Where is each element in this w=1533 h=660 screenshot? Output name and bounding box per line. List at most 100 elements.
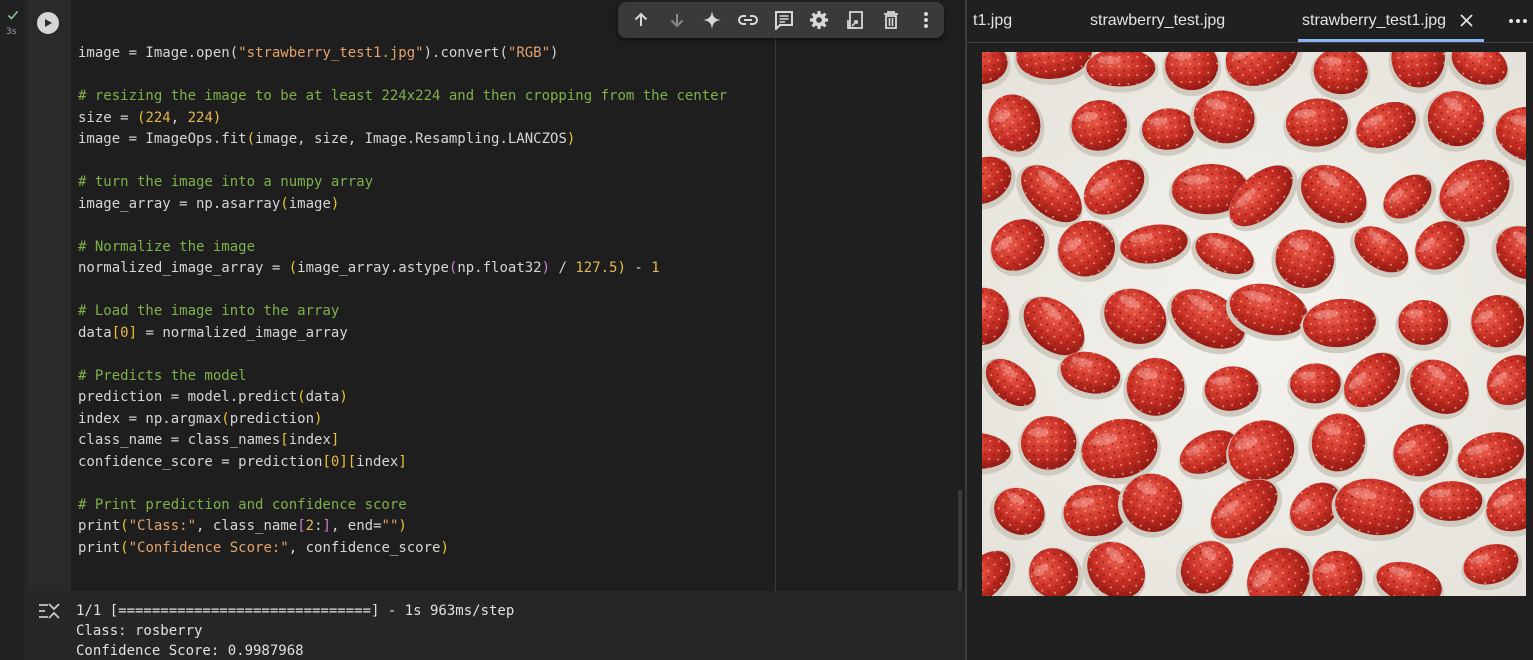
code-token: ): [339, 389, 348, 405]
ruler-line: [775, 36, 776, 591]
arrow-down-icon: [670, 14, 683, 28]
mirror-cell-button[interactable]: [837, 2, 873, 38]
tab-strawberry-test-jpg[interactable]: strawberry_test.jpg: [1090, 12, 1225, 30]
code-token: = normalized_image_array: [137, 324, 348, 341]
arrow-up-icon: [634, 12, 648, 26]
code-line: # Normalize the image: [78, 237, 727, 259]
code-token: "strawberry_test1.jpg": [238, 45, 424, 61]
code-line: # resizing the image to be at least 224x…: [78, 86, 727, 108]
code-line: # Predicts the model: [78, 366, 727, 388]
code-token: index: [288, 432, 331, 448]
code-token: "Confidence Score:": [128, 539, 289, 556]
output-line: Confidence Score: 0.9987968: [76, 643, 304, 659]
gear-icon: [810, 11, 829, 29]
code-token: [: [322, 453, 331, 470]
code-token: (: [297, 389, 306, 405]
code-token: ): [212, 109, 222, 126]
code-token: prediction: [229, 410, 315, 427]
code-token: size =: [78, 109, 138, 126]
code-token: confidence_score = prediction: [78, 453, 323, 470]
check-icon: [7, 10, 19, 20]
move-cell-down-button[interactable]: [659, 2, 695, 38]
code-line: prediction = model.predict(data): [78, 387, 727, 409]
code-token: (: [246, 131, 256, 147]
cell-settings-button[interactable]: [801, 2, 837, 38]
code-token: ): [314, 410, 323, 427]
cell-toolbar: [618, 2, 944, 38]
code-token: index: [356, 453, 399, 470]
code-token: (: [120, 539, 129, 556]
more-horiz-icon[interactable]: [1508, 13, 1528, 29]
run-column: [27, 0, 71, 591]
code-token: (: [288, 260, 298, 276]
code-token: # Normalize the image: [78, 238, 256, 255]
code-line: confidence_score = prediction[0][index]: [78, 452, 727, 474]
code-token: ): [566, 131, 576, 147]
code-token: # Print prediction and confidence score: [78, 496, 407, 513]
code-token: 1: [651, 260, 660, 276]
code-token: (: [221, 410, 230, 427]
move-cell-up-button[interactable]: [623, 2, 659, 38]
tab-t1-jpg[interactable]: t1.jpg: [973, 12, 1012, 30]
code-line: # Print prediction and confidence score: [78, 495, 727, 517]
code-line: # turn the image into a numpy array: [78, 172, 727, 194]
code-line: image = ImageOps.fit(image, size, Image.…: [78, 129, 727, 151]
code-token: data: [305, 389, 340, 405]
code-token: data: [78, 324, 112, 341]
code-token: [: [297, 518, 306, 534]
run-cell-button[interactable]: [37, 12, 59, 34]
code-token: prediction = model.predict: [78, 389, 298, 405]
code-token: [: [280, 432, 289, 448]
code-token: "Class:": [128, 518, 197, 534]
add-comment-button[interactable]: [766, 2, 802, 38]
code-token: image: [288, 195, 331, 212]
sparkle-icon: [703, 11, 722, 29]
copy-link-button[interactable]: [730, 2, 766, 38]
more-vert-icon: [924, 12, 929, 28]
code-token: print: [78, 518, 121, 534]
code-token: ): [550, 45, 559, 61]
code-token: , class_name: [196, 518, 298, 534]
code-token: (: [280, 195, 289, 212]
code-line: index = np.argmax(prediction): [78, 409, 727, 431]
file-tabs: t1.jpg strawberry_test.jpg strawberry_te…: [967, 0, 1533, 43]
link-icon: [737, 15, 758, 25]
gemini-button[interactable]: [694, 2, 730, 38]
code-token: ,: [170, 109, 188, 126]
tab-strawberry-test1-jpg[interactable]: strawberry_test1.jpg: [1302, 12, 1446, 30]
delete-cell-button[interactable]: [873, 2, 909, 38]
code-token: "": [381, 518, 399, 534]
code-text[interactable]: image = Image.open("strawberry_test1.jpg…: [78, 43, 727, 559]
code-token: # Predicts the model: [78, 367, 247, 384]
more-actions-button[interactable]: [908, 2, 944, 38]
code-line: data[0] = normalized_image_array: [78, 323, 727, 345]
code-line: print("Class:", class_name[2:], end=""): [78, 516, 727, 538]
code-token: [: [111, 324, 121, 341]
code-token: 127.5: [575, 260, 618, 276]
code-token: , confidence_score: [288, 539, 441, 556]
code-token: ).convert(: [423, 45, 508, 61]
code-token: index = np.argmax: [78, 410, 222, 427]
code-token: image, size, Image.Resampling.LANCZOS: [255, 131, 567, 147]
code-token: 2: [305, 518, 315, 534]
output-text: 1/1 [==============================] - 1…: [76, 601, 514, 660]
code-token: ): [617, 260, 626, 276]
code-line: normalized_image_array = (image_array.as…: [78, 258, 727, 280]
close-icon[interactable]: [1459, 13, 1474, 28]
code-token: print: [78, 539, 121, 556]
code-token: normalized_image_array =: [78, 260, 289, 276]
code-line: image_array = np.asarray(image): [78, 194, 727, 216]
play-icon: [45, 19, 52, 27]
code-token: ): [330, 195, 340, 212]
code-token: , end=: [330, 518, 382, 534]
code-token: # Load the image into the array: [78, 303, 340, 319]
code-token: image_array.astype: [297, 260, 449, 276]
output-toggle-icon[interactable]: [37, 601, 61, 621]
image-preview: [982, 52, 1526, 596]
code-token: ]: [398, 453, 407, 470]
code-line: size = (224, 224): [78, 108, 727, 130]
